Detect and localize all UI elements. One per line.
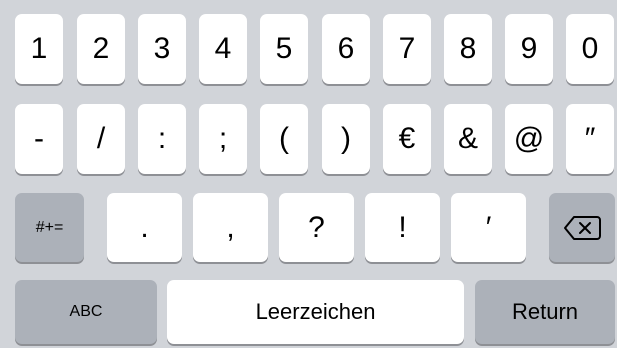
key-semicolon[interactable]: ;	[199, 104, 247, 174]
key-label: Return	[511, 299, 579, 324]
key-exclamation[interactable]: !	[365, 193, 440, 262]
delete-key[interactable]	[549, 193, 615, 262]
key-euro[interactable]: €	[383, 104, 431, 174]
return-key[interactable]: Return	[475, 280, 615, 344]
key-apostrophe[interactable]: ′	[451, 193, 526, 262]
key-label: 5	[275, 32, 293, 65]
key-question[interactable]: ?	[279, 193, 354, 262]
key-label: Leerzeichen	[255, 299, 376, 324]
key-label: ABC	[69, 303, 103, 320]
key-double-quote[interactable]: ″	[566, 104, 614, 174]
key-3[interactable]: 3	[138, 14, 186, 84]
key-label: &	[457, 122, 478, 155]
key-label: 9	[520, 32, 538, 65]
keyboard: 1 2 3 4 5 6 7 8 9 0 - / : ; ( ) € & @ ″ …	[0, 0, 617, 348]
key-label: .	[140, 210, 149, 244]
key-9[interactable]: 9	[505, 14, 553, 84]
key-label: #+=	[35, 218, 64, 236]
key-label: ′	[485, 210, 492, 244]
key-label: /	[96, 122, 106, 155]
key-label: @	[513, 122, 545, 155]
key-close-paren[interactable]: )	[322, 104, 370, 174]
key-7[interactable]: 7	[383, 14, 431, 84]
key-label: 3	[153, 32, 171, 65]
key-label: 1	[30, 32, 48, 65]
key-ampersand[interactable]: &	[444, 104, 492, 174]
key-hyphen[interactable]: -	[15, 104, 63, 174]
key-1[interactable]: 1	[15, 14, 63, 84]
key-label: ″	[584, 122, 596, 155]
key-label: ,	[226, 210, 235, 244]
key-open-paren[interactable]: (	[260, 104, 308, 174]
key-colon[interactable]: :	[138, 104, 186, 174]
abc-key[interactable]: ABC	[15, 280, 157, 344]
key-label: :	[157, 122, 167, 155]
key-8[interactable]: 8	[444, 14, 492, 84]
key-label: 6	[337, 32, 355, 65]
key-label: !	[398, 210, 407, 244]
key-label: 2	[92, 32, 110, 65]
key-label: 7	[398, 32, 416, 65]
symbols-toggle-key[interactable]: #+=	[15, 193, 84, 262]
key-label: 4	[214, 32, 232, 65]
key-label: ;	[218, 122, 228, 155]
key-6[interactable]: 6	[322, 14, 370, 84]
key-label: 0	[581, 32, 599, 65]
key-label: )	[341, 122, 351, 155]
space-key[interactable]: Leerzeichen	[167, 280, 464, 344]
key-4[interactable]: 4	[199, 14, 247, 84]
key-5[interactable]: 5	[260, 14, 308, 84]
key-2[interactable]: 2	[77, 14, 125, 84]
key-label: (	[279, 122, 289, 155]
key-label: €	[398, 122, 416, 155]
key-slash[interactable]: /	[77, 104, 125, 174]
backspace-icon	[564, 215, 601, 240]
key-label: 8	[459, 32, 477, 65]
key-0[interactable]: 0	[566, 14, 614, 84]
key-at[interactable]: @	[505, 104, 553, 174]
key-period[interactable]: .	[107, 193, 182, 262]
key-label: -	[34, 122, 44, 155]
key-label: ?	[308, 210, 325, 244]
key-comma[interactable]: ,	[193, 193, 268, 262]
